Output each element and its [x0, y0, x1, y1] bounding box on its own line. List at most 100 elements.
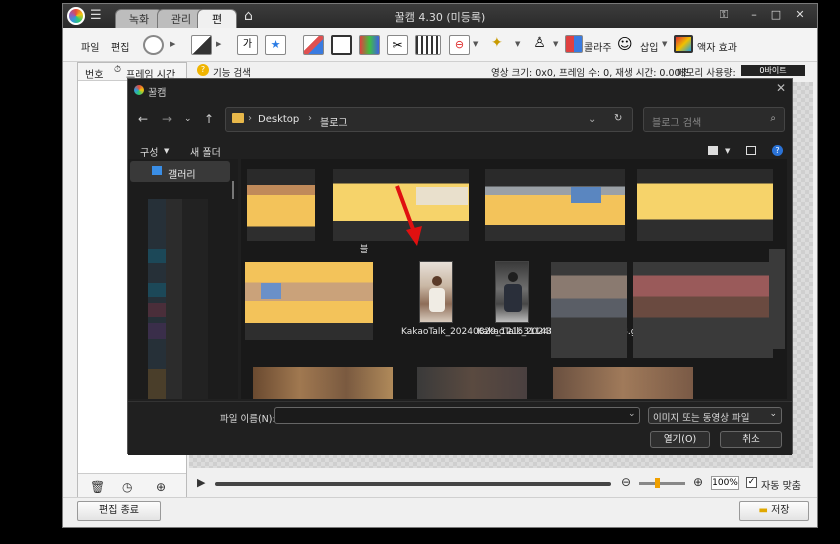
pixelated-thumbnail[interactable]	[553, 367, 693, 399]
key-icon[interactable]: ⚿	[713, 7, 735, 23]
zoom-slider-handle[interactable]	[655, 478, 660, 488]
edit-menu[interactable]: 편집	[111, 39, 129, 54]
sticker-icon[interactable]: ★	[265, 35, 286, 55]
address-bar[interactable]: › Desktop › 블로그 ⌄ ↻	[225, 107, 633, 132]
search-input[interactable]: 블로그 검색 ⌕	[643, 107, 785, 132]
dialog-title: 꿀캠	[148, 88, 167, 99]
auto-fit-label[interactable]: 자동 맞춤	[761, 477, 801, 492]
open-button[interactable]: 열기(O)	[650, 431, 710, 448]
gallery-icon	[152, 166, 162, 175]
pixelated-thumbnail[interactable]	[637, 169, 773, 241]
folder-label[interactable]: 블	[357, 245, 371, 256]
pixelated-block	[148, 369, 166, 399]
file-list-scrollbar[interactable]	[769, 249, 785, 349]
filename-dropdown-icon[interactable]: ⌄	[628, 409, 636, 419]
emoji-icon[interactable]: ☺	[617, 35, 638, 55]
clock-icon[interactable]	[143, 35, 164, 55]
back-arrow-icon[interactable]: ←	[138, 112, 148, 126]
refresh-icon[interactable]: ↻	[614, 113, 622, 124]
maximize-button[interactable]: □	[765, 7, 787, 23]
help-icon[interactable]: ?	[772, 145, 783, 156]
nav-item-label: 갤러리	[168, 170, 196, 181]
pixelated-thumbnail[interactable]	[253, 367, 393, 399]
auto-fit-checkbox[interactable]: ✓	[746, 477, 757, 488]
trash-icon[interactable]: 🗑	[90, 480, 105, 494]
minimize-button[interactable]: –	[743, 7, 765, 23]
timer-icon[interactable]: ◷	[122, 480, 132, 494]
chevron-down-icon: ⌄	[769, 409, 777, 419]
pixelated-thumbnail[interactable]	[485, 169, 625, 241]
filmstrip-icon[interactable]	[415, 35, 441, 55]
crop-icon[interactable]	[331, 35, 352, 55]
folder-icon: ▬	[758, 505, 768, 516]
dialog-close-icon[interactable]: ✕	[776, 81, 786, 95]
breadcrumb-blog[interactable]: 블로그	[320, 114, 348, 129]
zoom-out-icon[interactable]: ⊖	[621, 475, 631, 489]
collage-label[interactable]: 콜라주	[584, 39, 612, 54]
preview-pane-icon[interactable]	[746, 146, 756, 155]
video-info-text: 영상 크기: 0x0, 프레임 수: 0, 재생 시간: 0.00초	[491, 68, 690, 79]
new-folder-button[interactable]: 새 폴더	[190, 144, 221, 159]
chevron-down-icon: ▼	[725, 147, 731, 155]
effect-person-icon[interactable]: ♙	[529, 35, 550, 55]
color-icon[interactable]	[359, 35, 380, 55]
zoom-slider[interactable]	[639, 482, 685, 485]
col-number: 번호	[85, 70, 104, 81]
magic-wand-icon[interactable]: ✦	[491, 35, 512, 55]
chevron-down-icon: ▼	[473, 40, 479, 48]
pixelated-thumbnail[interactable]	[247, 169, 315, 241]
add-frame-icon[interactable]: ⊕	[156, 480, 166, 494]
close-button[interactable]: ✕	[789, 7, 811, 23]
cancel-button[interactable]: 취소	[720, 431, 782, 448]
file-name-1[interactable]: KakaoTalk_20240829_121531143.gif	[401, 327, 566, 338]
forward-arrow-icon[interactable]: →	[162, 112, 172, 126]
zoom-level[interactable]: 100%	[711, 476, 739, 490]
memory-usage-bar: 0바이트	[741, 65, 805, 76]
timeline-slider[interactable]	[215, 482, 611, 486]
file-name-2[interactable]: KakaoTalk_20240829_121533828.gif	[477, 327, 642, 338]
resize-icon[interactable]	[191, 35, 212, 55]
end-edit-button[interactable]: 편집 종료	[77, 501, 161, 521]
address-dropdown-icon[interactable]: ⌄	[588, 114, 596, 125]
file-thumbnail-2[interactable]	[495, 261, 529, 323]
zoom-in-icon[interactable]: ⊕	[693, 475, 703, 489]
insert-label[interactable]: 삽입	[640, 39, 658, 54]
screen: ☰ 녹화 관리 편집 ⌂ 꿀캠 4.30 (미등록) ⚿ – □ ✕ 파일 편집…	[0, 0, 840, 544]
help-icon[interactable]: ?	[197, 64, 209, 76]
file-thumbnail-1[interactable]	[419, 261, 453, 323]
arrow-head	[406, 226, 422, 246]
frame-effect-label[interactable]: 액자 효과	[697, 39, 737, 54]
filetype-value: 이미지 또는 동영상 파일	[653, 413, 750, 424]
view-icon[interactable]	[708, 146, 718, 155]
delete-frame-icon[interactable]: ⊖	[449, 35, 470, 55]
annotation-arrow	[395, 185, 422, 246]
pixelated-thumbnail[interactable]	[417, 367, 527, 399]
file-menu[interactable]: 파일	[81, 39, 99, 54]
chevron-down-icon: ▼	[164, 147, 170, 155]
text-icon[interactable]: 가	[237, 35, 258, 55]
pixelated-thumbnail[interactable]	[551, 262, 627, 358]
pixelated-thumbnail[interactable]	[633, 262, 773, 358]
up-arrow-icon[interactable]: ↑	[204, 112, 214, 126]
crop-area-icon[interactable]	[303, 35, 324, 55]
feature-search[interactable]: 기능 검색	[213, 65, 251, 79]
pixelated-nav-items	[148, 199, 208, 399]
filetype-select[interactable]: 이미지 또는 동영상 파일 ⌄	[648, 407, 782, 424]
scissors-icon[interactable]: ✂	[387, 35, 408, 55]
play-icon[interactable]: ▶	[197, 476, 205, 489]
nav-scrollbar[interactable]	[232, 181, 234, 199]
breadcrumb-desktop[interactable]: Desktop	[258, 114, 299, 125]
collage-icon[interactable]	[565, 35, 583, 53]
pixelated-thumbnail[interactable]	[245, 262, 373, 340]
recent-chevron-icon[interactable]: ⌄	[184, 114, 192, 124]
person-head-shape	[432, 276, 442, 286]
organize-menu[interactable]: 구성	[140, 144, 158, 159]
person-head-shape	[508, 272, 518, 282]
filename-input[interactable]	[274, 407, 640, 424]
frame-effect-icon[interactable]	[674, 35, 693, 53]
chevron-right-icon: ▶	[170, 40, 176, 48]
chevron-down-icon: ▼	[662, 40, 668, 48]
nav-item-gallery[interactable]: 갤러리	[130, 161, 230, 182]
save-button[interactable]: ▬ 저장	[739, 501, 809, 521]
person-body-shape	[429, 288, 445, 312]
